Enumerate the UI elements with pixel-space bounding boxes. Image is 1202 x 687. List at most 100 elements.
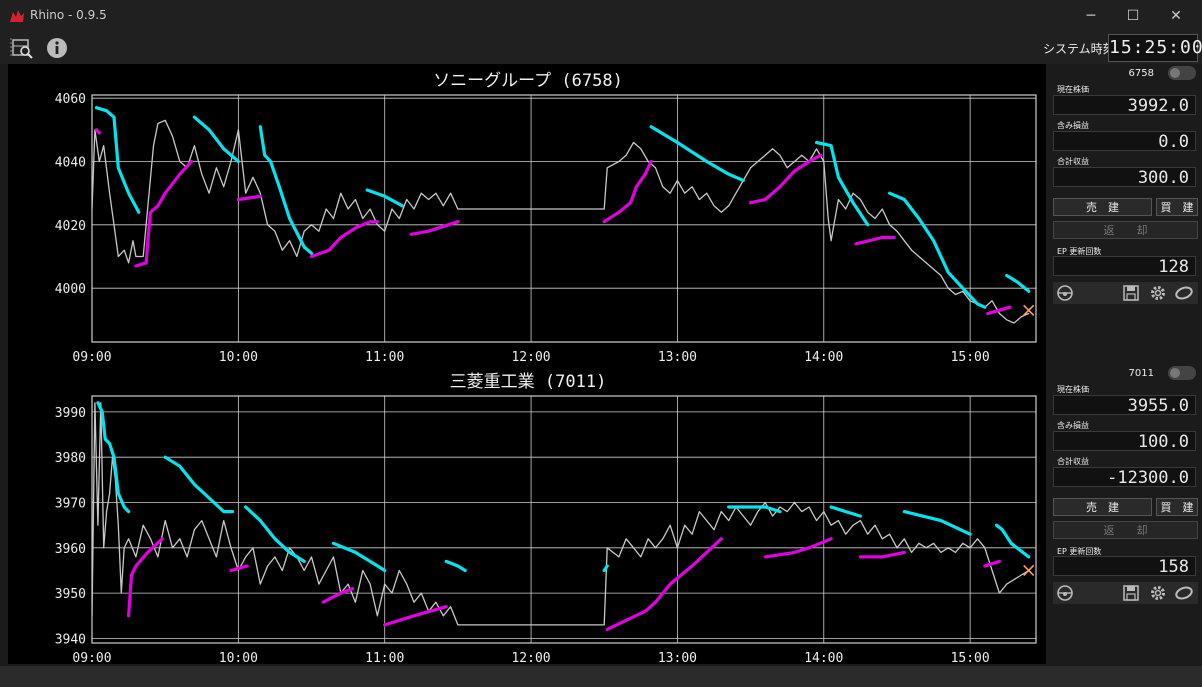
- y-tick-label: 4000: [55, 282, 86, 297]
- upper-series-line: [994, 523, 1031, 559]
- ep-count-value: 158: [1053, 556, 1196, 577]
- info-icon[interactable]: [45, 36, 69, 60]
- price-label: 現在株価: [1057, 385, 1089, 394]
- upper-series-line: [331, 541, 387, 573]
- x-tick-label: 12:00: [511, 651, 550, 664]
- lower-series-line: [236, 194, 262, 202]
- gear-icon[interactable]: [1148, 584, 1168, 602]
- sell-button[interactable]: 売 建: [1053, 198, 1152, 216]
- ticker-code: 6758: [1128, 68, 1154, 79]
- x-tick-label: 09:00: [72, 651, 111, 664]
- position-marker: [1023, 564, 1035, 577]
- y-tick-label: 4040: [55, 156, 86, 171]
- x-tick-label: 11:00: [365, 651, 404, 664]
- upper-series-line: [94, 106, 141, 214]
- title-bar: Rhino - 0.9.5 ─ ☐ ✕: [0, 0, 1202, 32]
- upper-series-line: [727, 505, 782, 514]
- y-tick-label: 3950: [55, 587, 86, 602]
- upper-series-line: [649, 125, 745, 183]
- panel-icon-bar: [1053, 282, 1198, 304]
- steering-wheel-icon[interactable]: [1055, 284, 1075, 302]
- upper-series-line: [1005, 273, 1031, 293]
- repay-button[interactable]: 返 却: [1053, 221, 1198, 239]
- x-tick-label: 10:00: [219, 651, 258, 664]
- upper-series-line: [163, 455, 235, 514]
- sell-button[interactable]: 売 建: [1053, 498, 1152, 516]
- chart-area: ソニーグループ (6758) 4000 4020 4040 4060 09:00 10:0…: [8, 64, 1046, 664]
- price-series-line: [92, 402, 1030, 626]
- window-title: Rhino - 0.9.5: [30, 8, 107, 22]
- plot-frame: [91, 395, 1037, 644]
- toggle-knob: [1170, 68, 1180, 78]
- app-logo-icon: [10, 10, 24, 22]
- total-value: -12300.0: [1053, 467, 1196, 488]
- y-tick-label: 3980: [55, 451, 86, 466]
- ticker-code: 7011: [1128, 368, 1154, 379]
- lower-series-line: [94, 128, 101, 135]
- unrealized-label: 含み損益: [1057, 121, 1089, 130]
- price-label: 現在株価: [1057, 85, 1089, 94]
- toolbar: [0, 32, 1202, 64]
- system-time-display: 15:25:00: [1108, 34, 1202, 62]
- trade-panel-6758: 6758 現在株価 3992.0 含み損益 0.0 合計収益 300.0 売 建…: [1050, 64, 1200, 364]
- upper-series-line: [902, 510, 972, 536]
- toggle-knob: [1170, 368, 1180, 378]
- chart-title: ソニーグループ (6758): [433, 71, 623, 91]
- auto-trade-toggle[interactable]: [1168, 366, 1196, 380]
- repay-button[interactable]: 返 却: [1053, 521, 1198, 539]
- x-tick-label: 11:00: [365, 350, 404, 365]
- y-tick-label: 3960: [55, 542, 86, 557]
- ring-icon[interactable]: [1174, 284, 1194, 302]
- close-button[interactable]: ✕: [1155, 0, 1197, 32]
- y-tick-label: 3970: [55, 497, 86, 512]
- x-tick-label: 13:00: [658, 651, 697, 664]
- ep-count-value: 128: [1053, 256, 1196, 277]
- y-tick-label: 4020: [55, 219, 86, 234]
- save-icon[interactable]: [1121, 584, 1141, 602]
- x-tick-label: 13:00: [658, 350, 697, 365]
- chart-mhi-7011: 三菱重工業 (7011) 3940 3950 3960 3970 3980 3990 09:…: [55, 372, 1037, 664]
- lower-series-line: [748, 153, 823, 205]
- buy-button[interactable]: 買 建: [1156, 498, 1198, 516]
- buy-button[interactable]: 買 建: [1156, 198, 1198, 216]
- price-value: 3955.0: [1053, 395, 1196, 416]
- price-value: 3992.0: [1053, 95, 1196, 116]
- maximize-button[interactable]: ☐: [1112, 0, 1154, 32]
- y-tick-label: 3990: [55, 406, 86, 421]
- total-label: 合計収益: [1057, 157, 1089, 166]
- total-value: 300.0: [1053, 167, 1196, 188]
- lower-series-line: [858, 550, 906, 559]
- upper-series-line: [829, 505, 863, 518]
- plot-frame: [91, 94, 1037, 343]
- lower-series-line: [229, 564, 249, 573]
- chart-sony-6758: ソニーグループ (6758) 4000 4020 4040 4060 09:00 10:0…: [55, 71, 1037, 365]
- minimize-button[interactable]: ─: [1070, 0, 1112, 32]
- lower-series-line: [409, 220, 460, 236]
- x-tick-label: 09:00: [72, 350, 111, 365]
- unrealized-value: 0.0: [1053, 131, 1196, 152]
- x-tick-label: 15:00: [951, 350, 990, 365]
- panel-icon-bar: [1053, 582, 1198, 604]
- x-tick-label: 10:00: [219, 350, 258, 365]
- y-tick-label: 3940: [55, 632, 86, 647]
- trade-panel-7011: 7011 現在株価 3955.0 含み損益 100.0 合計収益 -12300.…: [1050, 364, 1200, 664]
- x-tick-label: 15:00: [951, 651, 990, 664]
- lower-series-line: [383, 605, 448, 627]
- x-tick-label: 14:00: [804, 651, 843, 664]
- lower-series-line: [983, 559, 1002, 568]
- gear-icon[interactable]: [1148, 284, 1168, 302]
- save-icon[interactable]: [1121, 284, 1141, 302]
- ring-icon[interactable]: [1174, 584, 1194, 602]
- chart-search-icon[interactable]: [10, 36, 34, 60]
- price-series-line: [92, 119, 1030, 324]
- system-time-label: システム時刻: [1043, 42, 1115, 56]
- lower-series-line: [605, 537, 723, 632]
- x-tick-label: 12:00: [511, 350, 550, 365]
- lower-series-line: [321, 586, 355, 604]
- lower-series-line: [309, 220, 379, 259]
- steering-wheel-icon[interactable]: [1055, 584, 1075, 602]
- lower-series-line: [854, 235, 896, 246]
- upper-series-line: [444, 559, 467, 573]
- auto-trade-toggle[interactable]: [1168, 66, 1196, 80]
- total-label: 合計収益: [1057, 457, 1089, 466]
